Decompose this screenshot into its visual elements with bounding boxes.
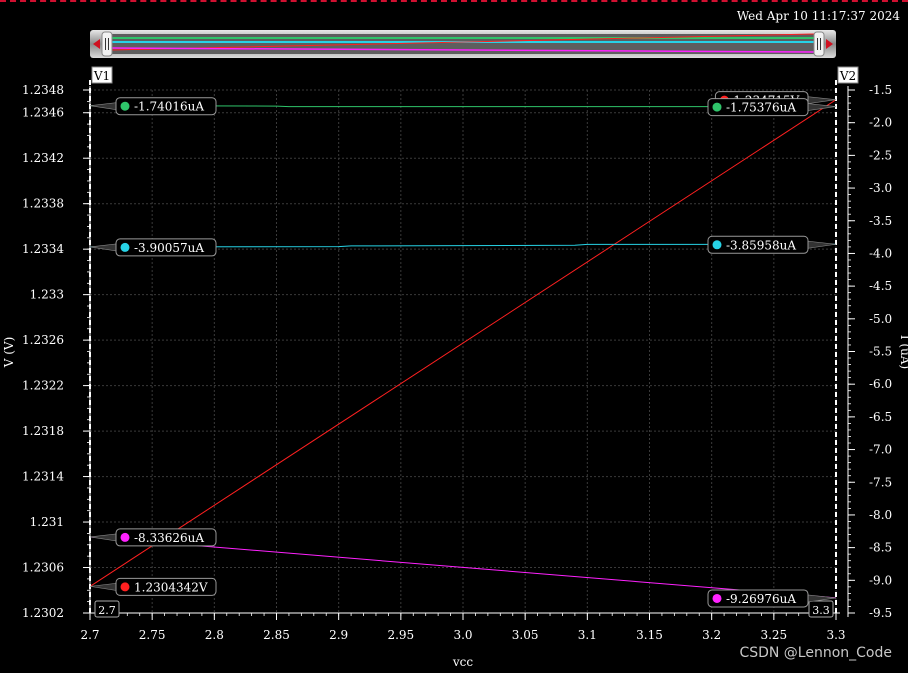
marker-pointer (89, 533, 117, 542)
marker-text: -8.33626uA (134, 531, 204, 545)
cursor-label: V1 (93, 69, 110, 83)
x-axis-label: vcc (452, 655, 474, 669)
x-tick-label: 3.1 (578, 628, 597, 642)
y-tick-label-left: 1.2338 (22, 197, 64, 211)
y-tick-label-left: 1.2306 (22, 561, 64, 575)
y-axis-label-left: V (V) (2, 337, 16, 369)
marker-dot-icon (712, 102, 722, 112)
y-tick-label-left: 1.233 (30, 288, 64, 302)
x-tick-label: 3.05 (512, 628, 539, 642)
y-tick-label-right: -9.0 (869, 573, 892, 587)
x-tick-label: 2.95 (387, 628, 414, 642)
marker-pointer (807, 103, 837, 111)
marker-label[interactable]: -1.74016uA (89, 97, 217, 116)
marker-dot-icon (712, 593, 722, 603)
marker-pointer (89, 102, 117, 111)
marker-dot-icon (120, 101, 130, 111)
y-tick-label-left: 1.2302 (22, 606, 64, 620)
markers-group[interactable]: 1.234715V-1.75376uA-3.85958uA-9.26976uA-… (89, 91, 837, 608)
y-tick-label-right: -3.5 (869, 214, 892, 228)
marker-label[interactable]: -8.33626uA (89, 528, 217, 547)
x-tick-label: 2.9 (329, 628, 348, 642)
marker-text: -9.26976uA (726, 592, 796, 606)
marker-dot-icon (120, 582, 130, 592)
y-tick-label-right: -5.5 (869, 345, 892, 359)
series-line-0 (89, 99, 837, 587)
marker-pointer (807, 240, 837, 249)
y-tick-label-left: 1.2314 (22, 470, 64, 484)
y-tick-label-right: -8.0 (869, 508, 892, 522)
x-tick-label: 3.15 (636, 628, 663, 642)
x-tick-label: 2.7 (80, 628, 99, 642)
marker-text: -1.74016uA (134, 100, 204, 114)
y-tick-label-left: 1.2322 (22, 379, 64, 393)
y-tick-label-right: -1.5 (869, 83, 892, 97)
marker-text: -1.75376uA (726, 101, 796, 115)
x-tick-label: 2.8 (205, 628, 224, 642)
y-tick-label-left: 1.2342 (22, 151, 64, 165)
marker-text: -3.85958uA (726, 238, 796, 252)
y-tick-label-left: 1.2334 (22, 242, 64, 256)
watermark: CSDN @Lennon_Code (739, 645, 892, 661)
x-tick-label: 3.3 (826, 628, 845, 642)
x-tick-label: 3.2 (702, 628, 721, 642)
x-tick-label: 2.85 (263, 628, 290, 642)
y-tick-label-left: 1.2318 (22, 424, 64, 438)
marker-dot-icon (120, 242, 130, 252)
cursor-value-label: 2.7 (98, 604, 116, 617)
y-tick-label-right: -7.5 (869, 475, 892, 489)
x-tick-label: 3.25 (760, 628, 787, 642)
marker-label[interactable]: 1.2304342V (89, 577, 217, 596)
y-tick-label-right: -6.5 (869, 410, 892, 424)
cursor-value-label: 3.3 (812, 604, 830, 617)
y-tick-label-right: -7.0 (869, 443, 892, 457)
y-tick-label-right: -9.5 (869, 606, 892, 620)
y-tick-label-right: -6.0 (869, 377, 892, 391)
y-tick-label-right: -4.5 (869, 279, 892, 293)
marker-label[interactable]: -3.90057uA (89, 238, 217, 257)
marker-text: -3.90057uA (134, 241, 204, 255)
y-tick-label-right: -2.5 (869, 148, 892, 162)
x-tick-label: 3.0 (453, 628, 472, 642)
marker-text: 1.2304342V (134, 580, 208, 594)
marker-label[interactable]: -3.85958uA (707, 235, 837, 254)
y-tick-label-left: 1.231 (30, 515, 64, 529)
y-tick-label-right: -4.0 (869, 246, 892, 260)
marker-pointer (89, 243, 117, 252)
y-tick-label-right: -2.0 (869, 116, 892, 130)
y-tick-label-left: 1.2326 (22, 333, 64, 347)
marker-dot-icon (120, 532, 130, 542)
cursor-label: V2 (839, 69, 856, 83)
y-tick-label-right: -5.0 (869, 312, 892, 326)
y-tick-label-right: -3.0 (869, 181, 892, 195)
y-axis-label-right: I (uA) (898, 335, 908, 369)
y-tick-label-right: -8.5 (869, 541, 892, 555)
x-tick-label: 2.75 (139, 628, 166, 642)
y-tick-label-left: 1.2348 (22, 83, 64, 97)
marker-dot-icon (712, 240, 722, 250)
y-tick-label-left: 1.2346 (22, 106, 64, 120)
waveform-chart[interactable]: 2.7 2.75 2.8 2.85 2.9 2.95 3.0 3.05 3.1 3.15 3.2 3.… (0, 0, 908, 673)
